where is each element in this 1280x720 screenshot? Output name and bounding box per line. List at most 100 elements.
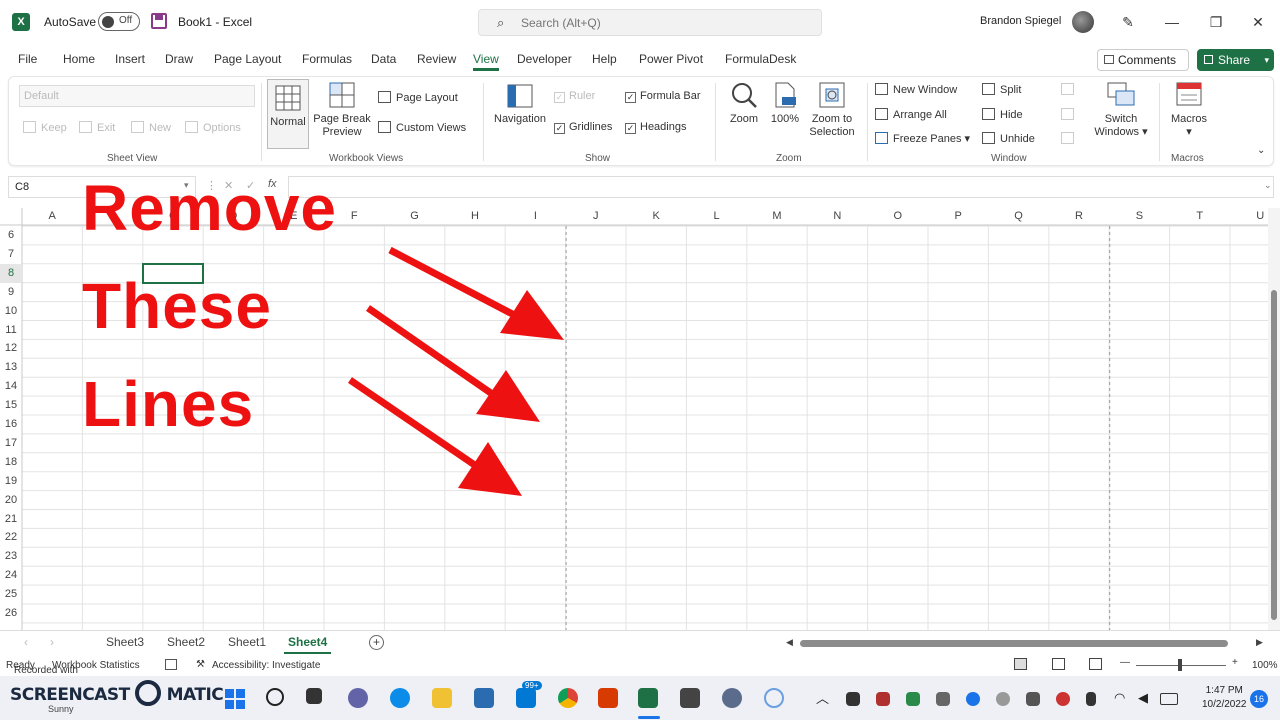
column-header-g[interactable]: G xyxy=(384,208,444,224)
tray-icon-3[interactable] xyxy=(906,692,920,706)
share-button[interactable]: Share ▾ xyxy=(1197,49,1274,71)
tab-formuladesk[interactable]: FormulaDesk xyxy=(725,52,796,66)
column-header-l[interactable]: L xyxy=(686,208,746,224)
minimize-icon[interactable]: — xyxy=(1162,12,1182,32)
tab-insert[interactable]: Insert xyxy=(115,52,145,66)
calculator-icon[interactable] xyxy=(680,688,700,708)
next-sheet-icon[interactable]: › xyxy=(50,635,54,649)
unhide-button[interactable]: Unhide xyxy=(982,132,1035,145)
row-header-25[interactable]: 25 xyxy=(0,585,22,604)
battery-icon[interactable] xyxy=(1160,693,1178,705)
column-header-s[interactable]: S xyxy=(1109,208,1169,224)
save-icon[interactable] xyxy=(151,13,167,29)
scroll-right-icon[interactable]: ▶ xyxy=(1256,637,1263,648)
zoom-to-selection-button[interactable]: Zoom to Selection xyxy=(807,81,857,139)
collapse-ribbon-icon[interactable]: ⌄ xyxy=(1257,145,1265,156)
horizontal-scroll-thumb[interactable] xyxy=(800,640,1228,647)
recording-icon[interactable] xyxy=(764,688,784,708)
row-header-26[interactable]: 26 xyxy=(0,604,22,623)
row-header-11[interactable]: 11 xyxy=(0,321,22,340)
close-icon[interactable]: ✕ xyxy=(1248,12,1268,32)
sheet-tab-sheet3[interactable]: Sheet3 xyxy=(106,635,144,649)
sync-scroll-button[interactable] xyxy=(1061,108,1079,121)
search-icon[interactable] xyxy=(266,688,284,706)
expand-formula-icon[interactable]: ⌄ xyxy=(1264,180,1272,191)
row-header-22[interactable]: 22 xyxy=(0,528,22,547)
prev-sheet-icon[interactable]: ‹ xyxy=(24,635,28,649)
column-header-h[interactable]: H xyxy=(445,208,505,224)
freeze-panes-button[interactable]: Freeze Panes ▾ xyxy=(875,132,970,145)
column-header-j[interactable]: J xyxy=(566,208,626,224)
tab-developer[interactable]: Developer xyxy=(517,52,572,66)
column-header-r[interactable]: R xyxy=(1049,208,1109,224)
store-icon[interactable] xyxy=(474,688,494,708)
gridlines-checkbox[interactable]: ✓ Gridlines xyxy=(554,121,612,134)
column-header-k[interactable]: K xyxy=(626,208,686,224)
exit-button[interactable]: Exit xyxy=(79,121,115,134)
office-icon[interactable] xyxy=(598,688,618,708)
normal-view-button[interactable]: Normal xyxy=(267,79,309,149)
new-button[interactable]: New xyxy=(131,121,171,134)
switch-windows-button[interactable]: Switch Windows ▾ xyxy=(1091,81,1151,139)
ruler-checkbox[interactable]: ✓ Ruler xyxy=(554,90,595,103)
search-input[interactable] xyxy=(521,14,801,32)
view-side-by-side-button[interactable] xyxy=(1061,83,1079,96)
user-name[interactable]: Brandon Spiegel xyxy=(980,15,1061,27)
pen-icon[interactable]: ✎ xyxy=(1118,12,1138,32)
chevron-down-icon[interactable]: ▾ xyxy=(1264,49,1269,71)
avatar[interactable] xyxy=(1072,11,1094,33)
zoom-out-icon[interactable]: — xyxy=(1120,657,1130,668)
new-window-button[interactable]: New Window xyxy=(875,83,957,96)
column-header-u[interactable]: U xyxy=(1230,208,1268,224)
vertical-scroll-thumb[interactable] xyxy=(1271,290,1277,620)
row-header-15[interactable]: 15 xyxy=(0,396,22,415)
formula-bar-checkbox[interactable]: ✓ Formula Bar xyxy=(625,90,701,103)
tray-icon-6[interactable] xyxy=(1026,692,1040,706)
column-header-o[interactable]: O xyxy=(868,208,928,224)
arrange-all-button[interactable]: Arrange All xyxy=(875,108,947,121)
excel-taskbar-icon[interactable] xyxy=(638,688,658,708)
clock[interactable]: 1:47 PM 10/2/2022 xyxy=(1202,684,1247,712)
row-header-12[interactable]: 12 xyxy=(0,339,22,358)
hide-button[interactable]: Hide xyxy=(982,108,1023,121)
edge-icon[interactable] xyxy=(390,688,410,708)
tray-icon-1[interactable] xyxy=(846,692,860,706)
page-layout-button[interactable]: Page Layout xyxy=(378,91,458,104)
chrome-icon[interactable] xyxy=(558,688,578,708)
column-header-q[interactable]: Q xyxy=(988,208,1048,224)
page-break-view-icon[interactable] xyxy=(1089,658,1102,670)
row-header-17[interactable]: 17 xyxy=(0,434,22,453)
row-header-9[interactable]: 9 xyxy=(0,283,22,302)
teams-icon[interactable] xyxy=(348,688,368,708)
volume-icon[interactable]: ◀ xyxy=(1138,690,1148,706)
page-break-preview-button[interactable]: Page Break Preview xyxy=(313,81,371,139)
tab-power-pivot[interactable]: Power Pivot xyxy=(639,52,703,66)
keep-button[interactable]: Keep xyxy=(23,121,67,134)
row-header-23[interactable]: 23 xyxy=(0,547,22,566)
tray-icon-4[interactable] xyxy=(936,692,950,706)
normal-view-icon[interactable] xyxy=(1014,658,1027,670)
split-button[interactable]: Split xyxy=(982,83,1021,96)
settings-icon[interactable] xyxy=(722,688,742,708)
tray-icon-2[interactable] xyxy=(876,692,890,706)
tab-data[interactable]: Data xyxy=(371,52,396,66)
zoom-button[interactable]: Zoom xyxy=(725,81,763,126)
formula-input[interactable] xyxy=(288,176,1274,198)
search-box[interactable]: ⌕ xyxy=(478,9,822,36)
file-explorer-icon[interactable] xyxy=(432,688,452,708)
tab-formulas[interactable]: Formulas xyxy=(302,52,352,66)
tab-review[interactable]: Review xyxy=(417,52,456,66)
accessibility-status[interactable]: Accessibility: Investigate xyxy=(212,660,320,671)
column-header-t[interactable]: T xyxy=(1170,208,1230,224)
options-button[interactable]: Options xyxy=(185,121,241,134)
microphone-icon[interactable] xyxy=(1086,692,1096,706)
autosave-toggle[interactable]: Off xyxy=(98,12,140,31)
row-header-7[interactable]: 7 xyxy=(0,245,22,264)
sheet-view-dropdown[interactable]: Default xyxy=(19,85,255,107)
column-header-p[interactable]: P xyxy=(928,208,988,224)
row-header-8[interactable]: 8 xyxy=(0,263,22,283)
notification-badge[interactable]: 16 xyxy=(1250,690,1268,708)
tab-file[interactable]: File xyxy=(18,52,37,66)
tray-icon-5[interactable] xyxy=(996,692,1010,706)
macro-record-icon[interactable] xyxy=(165,659,177,670)
